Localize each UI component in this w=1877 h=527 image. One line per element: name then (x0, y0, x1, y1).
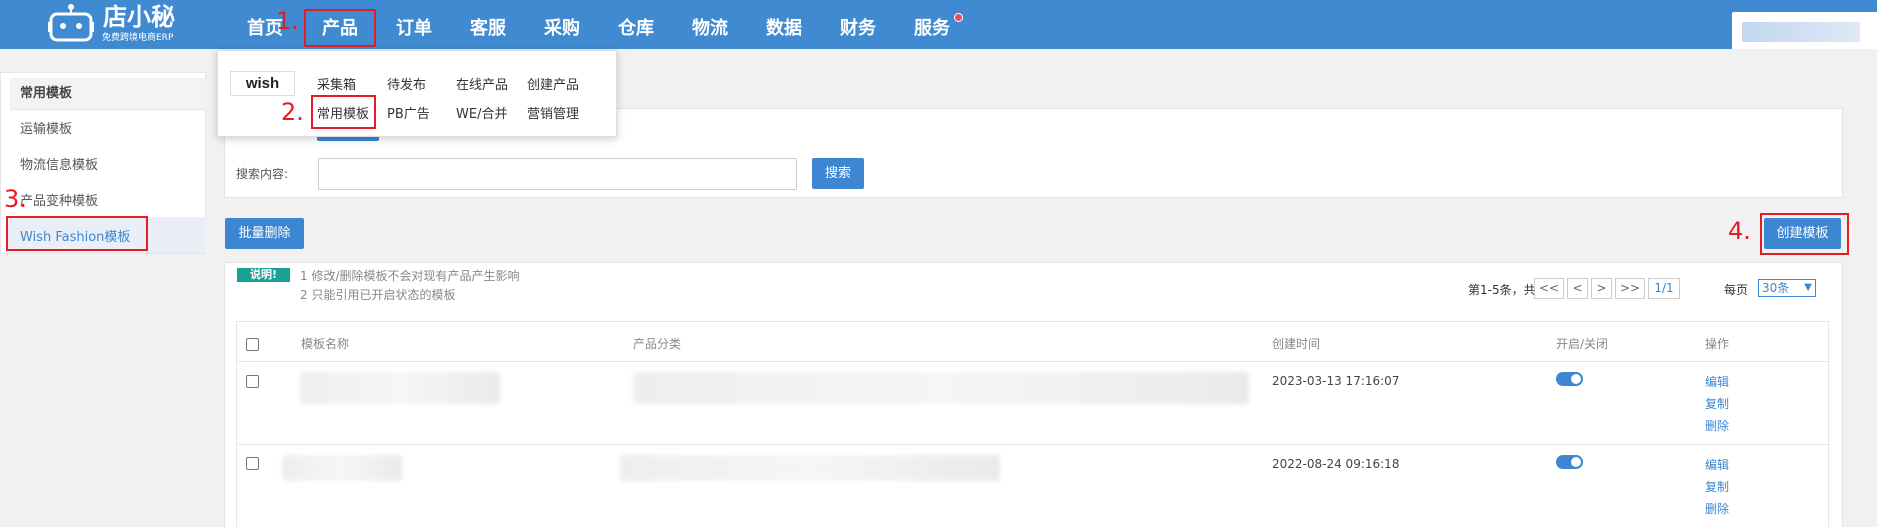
th-template-name: 模板名称 (301, 337, 350, 351)
nav-purchase[interactable]: 采购 (544, 12, 580, 46)
menu-item-collect-box[interactable]: 采集箱 (317, 74, 356, 93)
menu-item-marketing[interactable]: 营销管理 (527, 103, 579, 122)
sidebar-title: 常用模板 (20, 86, 73, 101)
nav-warehouse[interactable]: 仓库 (618, 12, 654, 46)
delete-link[interactable]: 删除 (1705, 417, 1729, 434)
per-page-value: 30条 (1762, 281, 1790, 295)
created-time: 2022-08-24 09:16:18 (1272, 457, 1400, 471)
search-input[interactable] (318, 158, 797, 190)
annotation-box-create (1760, 213, 1849, 255)
chevron-down-icon: ▼ (1804, 282, 1812, 293)
delete-link[interactable]: 删除 (1705, 500, 1729, 517)
notice-tag: 说明! (237, 268, 290, 282)
nav-finance[interactable]: 财务 (840, 12, 876, 46)
current-page: 1/1 (1648, 278, 1680, 299)
edit-link[interactable]: 编辑 (1705, 456, 1729, 473)
batch-delete-button[interactable]: 批量删除 (225, 218, 304, 249)
nav-orders[interactable]: 订单 (396, 12, 432, 46)
enable-toggle[interactable] (1556, 372, 1583, 386)
annotation-step-3: 3. (4, 185, 27, 213)
th-product-category: 产品分类 (633, 337, 682, 351)
menu-item-online-products[interactable]: 在线产品 (456, 74, 508, 93)
sidebar-item-logistics-template[interactable]: 物流信息模板 (20, 154, 98, 173)
annotation-box-product (304, 9, 376, 47)
sidebar-item-shipping-template[interactable]: 运输模板 (20, 118, 72, 137)
prev-page-button[interactable]: < (1567, 278, 1588, 299)
template-name-redacted (282, 455, 402, 481)
annotation-step-4: 4. (1728, 217, 1751, 245)
notice-line-2: 2 只能引用已开启状态的模板 (300, 288, 456, 302)
next-page-button[interactable]: > (1591, 278, 1612, 299)
annotation-box-common-templates (311, 95, 376, 129)
notice-line-1: 1 修改/删除模板不会对现有产品产生影响 (300, 269, 520, 283)
select-all-checkbox[interactable] (246, 338, 259, 351)
th-created-time: 创建时间 (1272, 337, 1321, 351)
template-name-redacted (300, 372, 500, 404)
user-name-redacted (1742, 22, 1860, 42)
table-row (237, 445, 1828, 527)
sidebar-item-variant-template[interactable]: 产品变种模板 (20, 190, 98, 209)
robot-logo-icon[interactable] (48, 2, 94, 42)
nav-services[interactable]: 服务 (914, 12, 950, 46)
first-page-button[interactable]: << (1534, 278, 1564, 299)
nav-logistics[interactable]: 物流 (692, 12, 728, 46)
last-page-button[interactable]: >> (1615, 278, 1645, 299)
menu-item-pb-ads[interactable]: PB广告 (387, 103, 430, 122)
nav-service[interactable]: 客服 (470, 12, 506, 46)
product-category-redacted (620, 455, 1000, 481)
per-page-select[interactable]: 30条 ▼ (1758, 279, 1816, 297)
annotation-step-2: 2. (281, 98, 304, 126)
th-actions: 操作 (1705, 337, 1730, 351)
enable-toggle[interactable] (1556, 455, 1583, 469)
row-checkbox[interactable] (246, 375, 259, 388)
search-button[interactable]: 搜索 (812, 158, 864, 189)
created-time: 2023-03-13 17:16:07 (1272, 374, 1400, 388)
logo-subtitle: 免费跨境电商ERP (102, 33, 174, 43)
copy-link[interactable]: 复制 (1705, 478, 1729, 495)
annotation-step-1: 1. (276, 7, 299, 35)
wish-brand-logo: wish (230, 71, 295, 96)
product-category-redacted (633, 372, 1249, 404)
search-label: 搜索内容: (236, 167, 289, 181)
menu-item-create-product[interactable]: 创建产品 (527, 74, 579, 93)
per-page-label: 每页 (1724, 283, 1749, 297)
menu-item-we-merge[interactable]: WE/合并 (456, 103, 507, 122)
notification-badge (954, 13, 963, 22)
menu-item-to-publish[interactable]: 待发布 (387, 74, 426, 93)
th-enable-toggle: 开启/关闭 (1556, 337, 1609, 351)
copy-link[interactable]: 复制 (1705, 395, 1729, 412)
logo-text[interactable]: 店小秘 (103, 4, 175, 30)
edit-link[interactable]: 编辑 (1705, 373, 1729, 390)
annotation-box-wish-fashion (6, 216, 148, 251)
row-checkbox[interactable] (246, 457, 259, 470)
nav-data[interactable]: 数据 (766, 12, 802, 46)
